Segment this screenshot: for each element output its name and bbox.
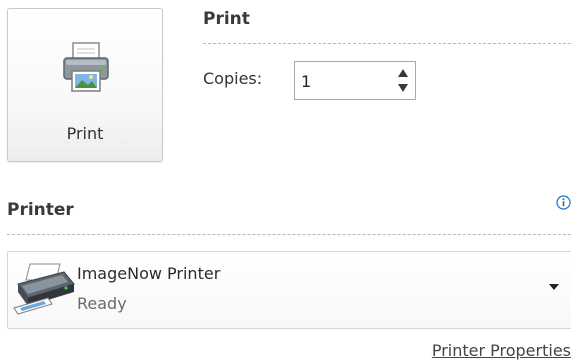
- printer-title-divider: [7, 234, 571, 235]
- copies-label: Copies:: [203, 69, 263, 88]
- printer-properties-link[interactable]: Printer Properties: [432, 341, 571, 360]
- copies-input[interactable]: [301, 70, 381, 92]
- chevron-down-icon[interactable]: [549, 284, 559, 291]
- selected-printer-status: Ready: [77, 294, 127, 313]
- print-section-title: Print: [203, 9, 250, 29]
- printer-section-title: Printer: [7, 200, 74, 220]
- selected-printer-name: ImageNow Printer: [77, 264, 221, 283]
- print-button[interactable]: Print: [7, 8, 163, 162]
- print-title-divider: [203, 43, 571, 44]
- copies-stepper[interactable]: [294, 61, 416, 100]
- printer-device-icon: [13, 263, 75, 315]
- spin-up-icon[interactable]: [395, 66, 411, 80]
- print-button-label: Print: [66, 124, 104, 143]
- info-icon[interactable]: [556, 195, 571, 210]
- printer-dropdown[interactable]: ImageNow Printer Ready: [7, 251, 571, 329]
- printer-icon: [63, 42, 109, 92]
- spin-down-icon[interactable]: [395, 81, 411, 95]
